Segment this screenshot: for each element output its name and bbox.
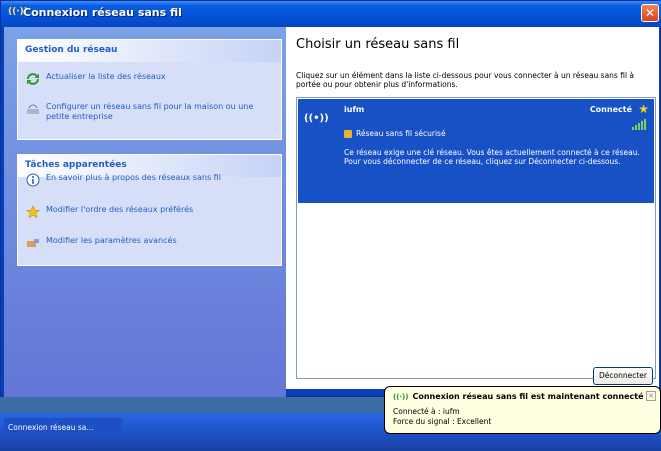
learn-wireless-label: En savoir plus à propos des réseaux sans… xyxy=(46,173,221,182)
setup-wireless-network-link[interactable]: Configurer un réseau sans fil pour la ma… xyxy=(26,102,276,122)
main-content: Choisir un réseau sans fil Cliquez sur u… xyxy=(286,27,659,389)
lock-icon xyxy=(344,129,352,138)
task-pane: Gestion du réseau Actualiser la liste de… xyxy=(4,27,286,397)
balloon-title: ((·)) Connexion réseau sans fil est main… xyxy=(393,392,644,401)
wireless-connection-window: ((·)) Connexion réseau sans fil ✕ Gestio… xyxy=(0,0,661,397)
change-preferred-order-label: Modifier l'ordre des réseaux préférés xyxy=(46,205,194,214)
signal-strength-icon xyxy=(632,119,646,130)
change-advanced-settings-link[interactable]: Modifier les paramètres avancés xyxy=(26,236,177,250)
network-tasks-header: Gestion du réseau xyxy=(18,40,281,62)
balloon-connected-to: Connecté à : iufm xyxy=(393,407,460,416)
balloon-close-button[interactable]: × xyxy=(646,391,656,401)
disconnect-button[interactable]: Déconnecter xyxy=(593,367,653,385)
change-advanced-settings-label: Modifier les paramètres avancés xyxy=(46,236,177,245)
refresh-icon xyxy=(26,72,40,86)
refresh-network-list-label: Actualiser la liste des réseaux xyxy=(46,72,166,81)
network-list-item[interactable]: ((•)) iufm Connecté ★ Réseau sans fil sé… xyxy=(298,99,654,203)
star-icon xyxy=(26,205,40,219)
setup-wizard-icon xyxy=(26,102,40,116)
taskbar-window-button[interactable]: Connexion réseau sa... xyxy=(4,418,122,438)
connected-star-icon: ★ xyxy=(638,102,649,116)
setup-wireless-network-label: Configurer un réseau sans fil pour la ma… xyxy=(46,102,254,121)
balloon-title-text: Connexion réseau sans fil est maintenant… xyxy=(412,392,644,401)
settings-icon xyxy=(26,236,40,250)
change-preferred-order-link[interactable]: Modifier l'ordre des réseaux préférés xyxy=(26,205,193,219)
close-button[interactable]: ✕ xyxy=(641,4,659,22)
network-tasks-box: Gestion du réseau Actualiser la liste de… xyxy=(17,39,282,140)
connection-status: Connecté xyxy=(589,105,632,114)
instructions-text: Cliquez sur un élément dans la liste ci-… xyxy=(296,71,635,89)
learn-wireless-link[interactable]: En savoir plus à propos des réseaux sans… xyxy=(26,173,221,187)
network-description: Ce réseau exige une clé réseau. Vous ête… xyxy=(344,148,640,166)
info-icon xyxy=(26,173,40,187)
page-title: Choisir un réseau sans fil xyxy=(296,37,460,52)
refresh-network-list-link[interactable]: Actualiser la liste des réseaux xyxy=(26,72,166,86)
balloon-signal-strength: Force du signal : Excellent xyxy=(393,417,492,426)
window-title: Connexion réseau sans fil xyxy=(23,6,182,19)
wireless-icon: ((·)) xyxy=(393,392,409,401)
notification-balloon[interactable]: ((·)) Connexion réseau sans fil est main… xyxy=(384,386,661,434)
security-status: Réseau sans fil sécurisé xyxy=(344,129,446,138)
title-bar[interactable]: ((·)) Connexion réseau sans fil ✕ xyxy=(1,1,661,27)
antenna-icon: ((•)) xyxy=(304,113,329,124)
security-label: Réseau sans fil sécurisé xyxy=(356,129,446,138)
network-list[interactable]: ((•)) iufm Connecté ★ Réseau sans fil sé… xyxy=(296,97,656,379)
network-name: iufm xyxy=(344,105,365,114)
related-tasks-box: Tâches apparentées En savoir plus à prop… xyxy=(17,154,282,266)
